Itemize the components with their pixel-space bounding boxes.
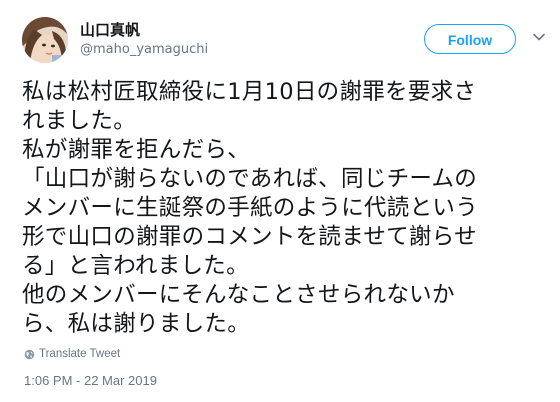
tweet-text-line: れました。 xyxy=(22,108,137,134)
tweet-text-line: 「山口が謝らないのであれば、同じチームの xyxy=(22,166,478,192)
tweet-text-line: ら、私は謝りました。 xyxy=(22,311,251,337)
tweet-header: 山口真帆 @maho_yamaguchi Follow xyxy=(22,14,546,68)
tweet-text-line: 他のメンバーにそんなことさせられないか xyxy=(22,282,455,308)
display-name[interactable]: 山口真帆 xyxy=(80,20,208,40)
tweet-text-line: る」と言われました。 xyxy=(22,253,249,279)
tweet-text-line: 形で山口の謝罪のコメントを読ませて謝らせ xyxy=(22,224,477,250)
tweet-card: 山口真帆 @maho_yamaguchi Follow 私は松村匠取締役に1月1… xyxy=(0,0,560,402)
user-names: 山口真帆 @maho_yamaguchi xyxy=(80,20,208,59)
chevron-down-icon[interactable] xyxy=(532,30,546,44)
avatar[interactable] xyxy=(22,17,68,63)
translate-tweet-link[interactable]: Translate Tweet xyxy=(24,346,120,362)
follow-button[interactable]: Follow xyxy=(424,24,516,54)
screen-name[interactable]: @maho_yamaguchi xyxy=(80,41,208,59)
tweet-text-line: 私が謝罪を拒んだら、 xyxy=(22,137,251,163)
tweet-timestamp[interactable]: 1:06 PM - 22 Mar 2019 xyxy=(24,373,157,388)
tweet-text-line: メンバーに生誕祭の手紙のように代読という xyxy=(22,195,479,221)
tweet-text-line: 私は松村匠取締役に1月10日の謝罪を要求さ xyxy=(22,79,477,105)
globe-icon xyxy=(24,349,35,359)
avatar-image xyxy=(22,17,68,63)
tweet-text: 私は松村匠取締役に1月10日の謝罪を要求さ れました。 私が謝罪を拒んだら、 「… xyxy=(22,78,546,339)
translate-tweet-label: Translate Tweet xyxy=(39,348,121,360)
